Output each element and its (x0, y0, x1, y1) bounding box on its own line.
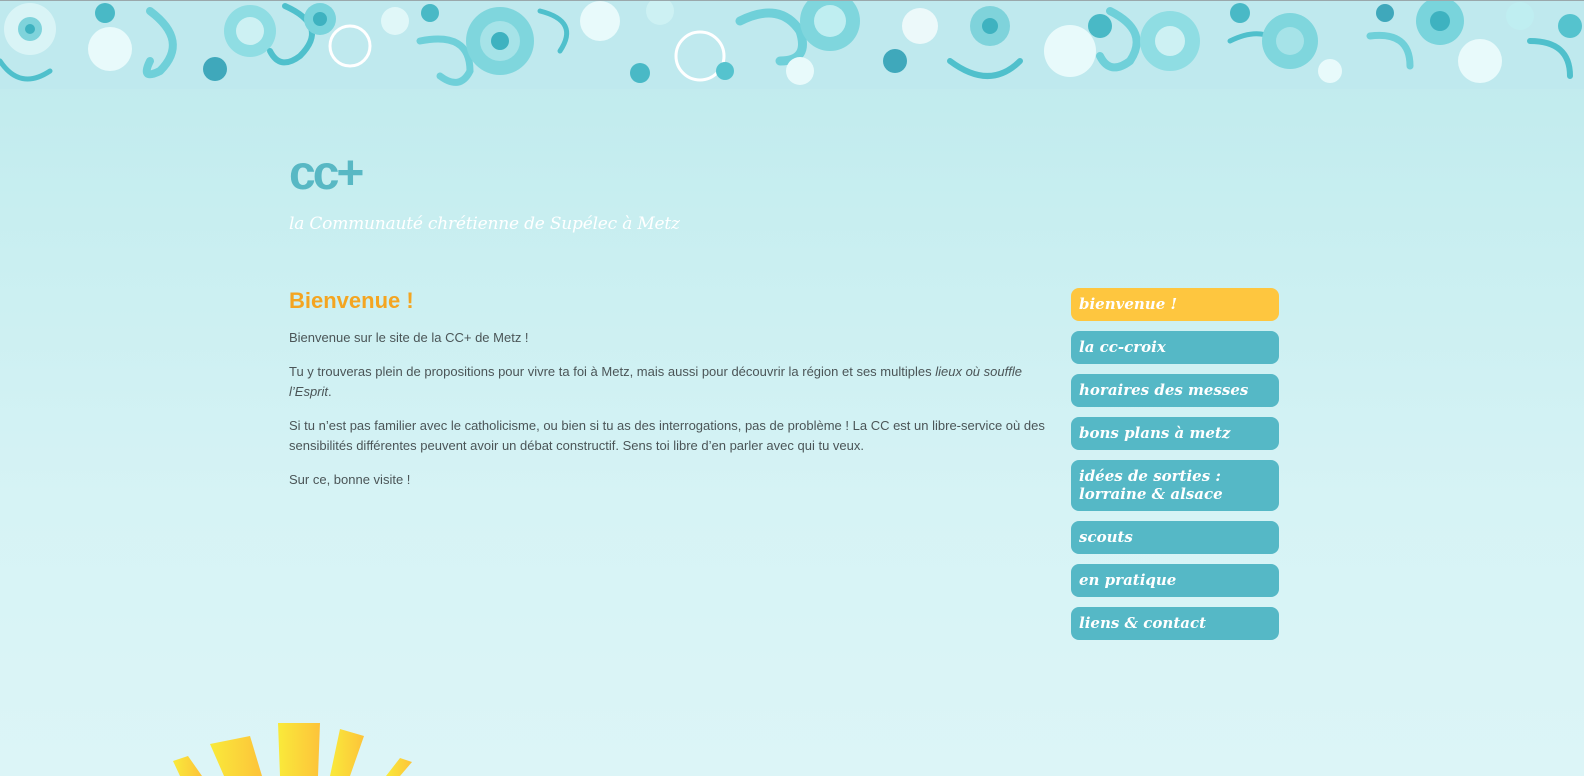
nav-item-scouts[interactable]: scouts (1071, 521, 1279, 554)
nav-item-bons-plans[interactable]: bons plans à metz (1071, 417, 1279, 450)
nav-item-horaires-messes[interactable]: horaires des messes (1071, 374, 1279, 407)
nav-item-bienvenue[interactable]: bienvenue ! (1071, 288, 1279, 321)
nav-item-en-pratique[interactable]: en pratique (1071, 564, 1279, 597)
foi-paragraph-end: . (328, 384, 332, 399)
nav-item-idees-sorties[interactable]: idées de sorties : lorraine & alsace (1071, 460, 1279, 511)
closing-paragraph: Sur ce, bonne visite ! (289, 472, 411, 487)
decorative-swirl-banner (0, 1, 1584, 89)
sun-rays-decoration (173, 723, 412, 776)
site-tagline: la Communauté chrétienne de Supélec à Me… (289, 214, 680, 234)
catholicisme-paragraph: Si tu n’est pas familier avec le catholi… (289, 418, 1045, 453)
nav-item-cc-croix[interactable]: la cc-croix (1071, 331, 1279, 364)
site-logo[interactable]: cc+ (289, 148, 364, 200)
foi-paragraph: Tu y trouveras plein de propositions pou… (289, 362, 1054, 402)
sidebar-nav: bienvenue ! la cc-croix horaires des mes… (1071, 288, 1279, 650)
page-title: Bienvenue ! (289, 288, 414, 313)
foi-paragraph-text: Tu y trouveras plein de propositions pou… (289, 364, 936, 379)
main-content: Bienvenue ! Bienvenue sur le site de la … (289, 286, 1054, 504)
intro-paragraph: Bienvenue sur le site de la CC+ de Metz … (289, 330, 529, 345)
nav-item-liens-contact[interactable]: liens & contact (1071, 607, 1279, 640)
